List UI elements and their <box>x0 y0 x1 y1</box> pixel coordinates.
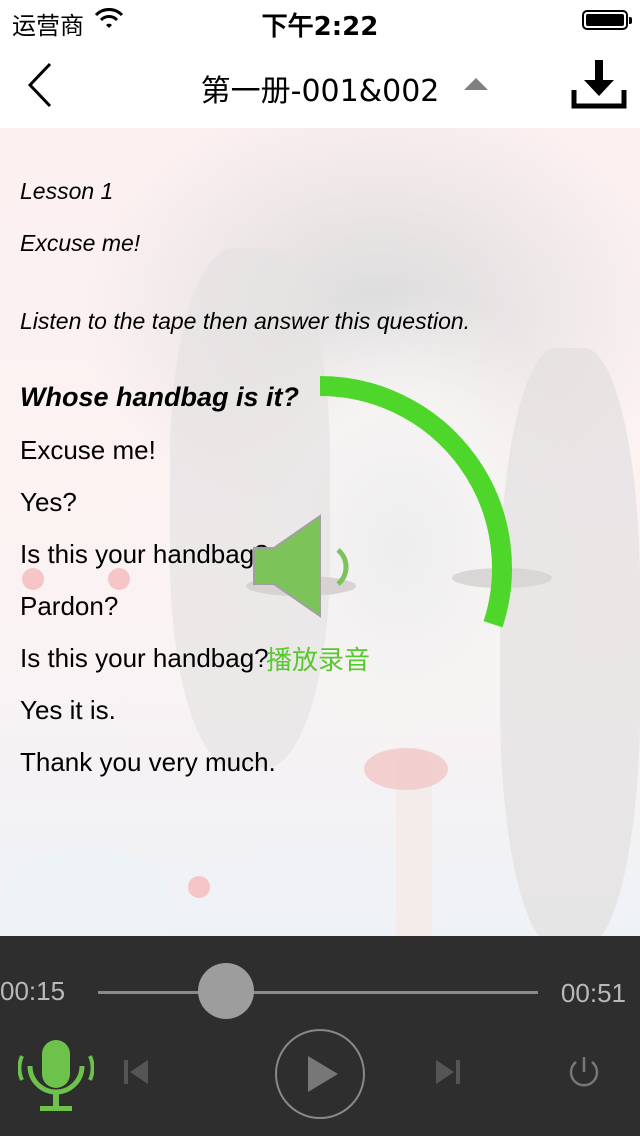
dialogue-line: Is this your handbag? <box>20 539 269 569</box>
lesson-question: Whose handbag is it? <box>20 382 300 412</box>
power-icon <box>569 1057 599 1087</box>
page-title: 第一册-001&002 <box>200 74 440 109</box>
dialogue-line: Yes it is. <box>20 695 116 725</box>
chevron-left-icon <box>27 62 52 108</box>
download-icon <box>571 60 627 109</box>
status-bar: 运营商 下午2:22 <box>0 0 640 42</box>
skip-next-icon <box>436 1060 460 1084</box>
total-time: 00:51 <box>560 978 626 1008</box>
current-time: 00:15 <box>0 976 66 1006</box>
navigation-bar: 第一册-001&002 <box>0 40 640 128</box>
play-button[interactable] <box>274 1028 366 1120</box>
play-recording-label[interactable]: 播放录音 <box>266 640 370 677</box>
dialogue-line: Is this your handbag? <box>20 643 269 673</box>
next-button[interactable] <box>432 1056 464 1088</box>
speaker-icon[interactable] <box>250 512 360 622</box>
record-button[interactable] <box>17 1036 95 1116</box>
lesson-instruction: Listen to the tape then answer this ques… <box>20 308 471 334</box>
dialogue-line: Yes? <box>20 487 77 517</box>
lesson-title: Excuse me! <box>20 230 141 256</box>
dialogue-line: Thank you very much. <box>20 747 276 777</box>
play-icon <box>275 1029 365 1119</box>
status-time: 下午2:22 <box>261 12 379 42</box>
power-button[interactable] <box>566 1054 602 1090</box>
seek-bar[interactable] <box>98 991 538 994</box>
seek-thumb[interactable] <box>197 963 254 1019</box>
download-button[interactable] <box>570 56 628 112</box>
microphone-icon <box>17 1040 95 1111</box>
battery-icon <box>582 10 632 30</box>
skip-previous-icon <box>124 1060 148 1084</box>
previous-button[interactable] <box>120 1056 152 1088</box>
expand-triangle-icon[interactable] <box>464 78 488 90</box>
dialogue-line: Excuse me! <box>20 435 156 465</box>
back-button[interactable] <box>22 60 62 110</box>
audio-player: 00:15 00:51 <box>0 936 640 1136</box>
dialogue-line: Pardon? <box>20 591 119 621</box>
lesson-number: Lesson 1 <box>20 178 114 204</box>
